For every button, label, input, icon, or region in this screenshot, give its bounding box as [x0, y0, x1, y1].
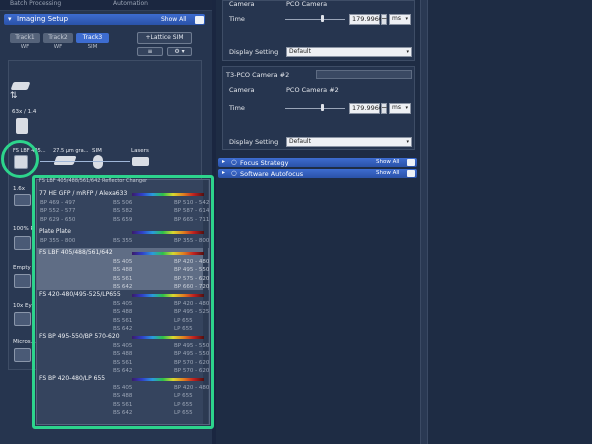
add-lattice-sim-button[interactable]: +Lattice SIM	[137, 32, 192, 44]
expand-window-icon[interactable]	[195, 15, 204, 24]
software-autofocus-header[interactable]: ▸ ○ Software Autofocus Show All	[218, 169, 417, 178]
objective-label: 63x / 1.4	[12, 109, 37, 115]
autofocus-show-all-toggle[interactable]: Show All	[376, 170, 399, 176]
display-setting-value-1: Default	[289, 48, 311, 55]
time-unit-select-2[interactable]: ms ▾	[389, 103, 411, 114]
delete-track-button[interactable]: ≡	[137, 47, 163, 56]
highlight-rect-callout	[32, 175, 214, 429]
top-tabs-bar: Batch Processing Automation	[0, 0, 212, 11]
camera-label-2: Camera	[229, 86, 255, 94]
tab-automation[interactable]: Automation	[113, 0, 148, 7]
highlight-circle-callout	[1, 140, 39, 178]
time-unit-select-1[interactable]: ms ▾	[389, 14, 411, 25]
time-input-2[interactable]: 179.9966	[349, 103, 383, 114]
time-spinner-1[interactable]	[381, 14, 387, 25]
objective-icon[interactable]	[16, 118, 28, 134]
expand-window-icon[interactable]	[407, 169, 415, 177]
chevron-down-icon: ▾	[405, 16, 408, 22]
show-all-toggle[interactable]: Show All	[161, 16, 187, 23]
empty-slot-icon[interactable]	[14, 274, 31, 288]
eyepiece-icon[interactable]	[14, 312, 31, 326]
time-spinner-2[interactable]	[381, 103, 387, 114]
chevron-down-icon: ▾	[406, 49, 409, 55]
sim-module-icon[interactable]	[93, 155, 103, 169]
time-slider-track-2[interactable]	[285, 108, 345, 109]
time-unit-value-2: ms	[392, 104, 401, 111]
track2-mode: WF	[53, 44, 63, 50]
expand-arrow-icon[interactable]: ▸	[222, 169, 225, 176]
display-setting-label-1: Display Setting	[229, 48, 279, 56]
camera-block-2-title: T3-PCO Camera #2	[226, 71, 290, 79]
tab-track3[interactable]: Track3	[76, 33, 109, 43]
beam-line	[40, 161, 130, 162]
camera-name-2: PCO Camera #2	[286, 86, 339, 94]
time-slider-thumb-2[interactable]	[321, 104, 324, 111]
expand-arrow-icon[interactable]: ▸	[222, 158, 225, 165]
camera-name-1: PCO Camera	[286, 0, 328, 8]
microscope-icon[interactable]	[14, 348, 31, 362]
time-input-1[interactable]: 179.9966	[349, 14, 383, 25]
tube-lens-icon[interactable]	[14, 194, 31, 206]
stage-icon	[10, 82, 31, 90]
track1-mode: WF	[20, 44, 30, 50]
column-divider-2	[420, 0, 428, 444]
display-setting-label-2: Display Setting	[229, 138, 279, 146]
tab-batch-processing[interactable]: Batch Processing	[10, 0, 61, 7]
collapse-arrow-icon[interactable]: ▾	[8, 15, 12, 23]
camera-label-1: Camera	[229, 0, 255, 8]
focus-show-all-toggle[interactable]: Show All	[376, 159, 399, 165]
magnification-label: 1.6x	[13, 186, 26, 192]
right-panel	[428, 0, 592, 444]
sim-label: SIM	[92, 148, 102, 154]
camera-block-1: Camera PCO Camera Time 179.9966 ms ▾ Disp…	[222, 0, 415, 61]
tab-track2[interactable]: Track2	[43, 33, 73, 43]
focus-gear-icon: ○	[231, 158, 237, 166]
chevron-down-icon: ▾	[406, 139, 409, 145]
software-autofocus-title: Software Autofocus	[240, 169, 304, 178]
camera-block-2: T3-PCO Camera #2 Camera PCO Camera #2 Ti…	[222, 66, 415, 150]
track3-mode: SIM	[87, 44, 98, 50]
autofocus-gear-icon: ○	[231, 169, 237, 177]
time-slider-thumb-1[interactable]	[321, 15, 324, 22]
splitter-icon[interactable]	[14, 236, 31, 250]
expand-window-icon[interactable]	[407, 158, 415, 166]
time-label-2: Time	[229, 104, 245, 112]
focus-strategy-title: Focus Strategy	[240, 158, 289, 167]
focus-strategy-header[interactable]: ▸ ○ Focus Strategy Show All	[218, 158, 417, 167]
grating-label: 27.5 µm gra...	[53, 148, 89, 154]
track-options-button[interactable]: ⚙ ▾	[167, 47, 192, 56]
display-setting-select-1[interactable]: Default ▾	[286, 47, 412, 57]
tab-track1[interactable]: Track1	[10, 33, 40, 43]
time-slider-track-1[interactable]	[285, 19, 345, 20]
camera-name-input-2[interactable]	[316, 70, 412, 79]
lasers-label: Lasers	[131, 148, 149, 154]
empty-label: Empty	[13, 265, 31, 271]
chevron-down-icon: ▾	[405, 105, 408, 111]
display-setting-value-2: Default	[289, 138, 311, 145]
time-label-1: Time	[229, 15, 245, 23]
time-unit-value-1: ms	[392, 15, 401, 22]
imaging-setup-header[interactable]: ▾ Imaging Setup Show All	[4, 14, 205, 25]
arrow-up-down-icon: ⇅	[10, 91, 18, 101]
imaging-setup-title: Imaging Setup	[17, 15, 69, 23]
laser-icon[interactable]	[132, 157, 149, 166]
display-setting-select-2[interactable]: Default ▾	[286, 137, 412, 147]
